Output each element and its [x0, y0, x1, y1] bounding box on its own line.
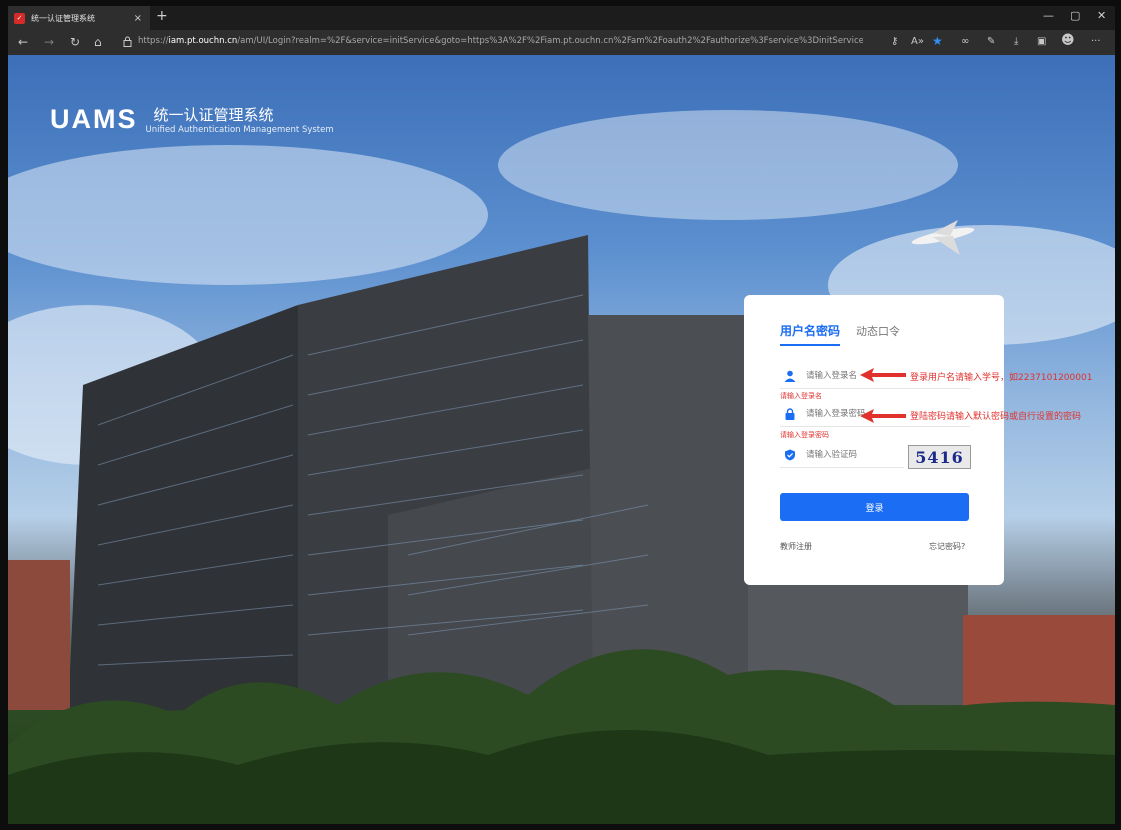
home-icon[interactable]: ⌂: [94, 35, 102, 49]
forgot-password-link[interactable]: 忘记密码?: [929, 541, 965, 552]
minimize-icon[interactable]: —: [1043, 9, 1054, 22]
read-aloud-icon[interactable]: A»: [911, 36, 924, 47]
password-annotation: 登陆密码请输入默认密码或自行设置的密码: [910, 412, 1082, 422]
collections-icon[interactable]: ▣: [1037, 36, 1046, 47]
extensions-icon[interactable]: ✎: [987, 36, 995, 47]
window-close-icon[interactable]: ✕: [1097, 9, 1106, 22]
shield-check-icon: [785, 449, 795, 461]
tab-strip: ✓ 统一认证管理系统 × + — ▢ ✕: [8, 6, 1115, 30]
new-tab-button[interactable]: +: [156, 8, 168, 24]
tab-username-password[interactable]: 用户名密码: [780, 322, 841, 346]
browser-window: ✓ 统一认证管理系统 × + — ▢ ✕ ← → ↻ ⌂ https://iam…: [8, 6, 1115, 824]
profile-avatar-icon[interactable]: ☻: [1061, 33, 1075, 48]
tab-dynamic-token[interactable]: 动态口令: [856, 323, 900, 346]
back-icon[interactable]: ←: [18, 35, 28, 49]
user-icon: [784, 370, 796, 382]
login-page: UAMS 统一认证管理系统 Unified Authentication Man…: [8, 55, 1115, 824]
username-error: 请输入登录名: [780, 392, 822, 400]
address-toolbar: ← → ↻ ⌂ https://iam.pt.ouchn.cn/am/UI/Lo…: [8, 30, 1115, 55]
url-path: /am/UI/Login?realm=%2F&service=initServi…: [237, 36, 863, 46]
url-prefix: https://: [138, 36, 169, 46]
password-lock-icon: [785, 408, 795, 420]
brand-logo: UAMS: [50, 104, 138, 134]
password-error: 请输入登录密码: [780, 431, 829, 439]
browser-tab[interactable]: ✓ 统一认证管理系统 ×: [8, 6, 150, 30]
captcha-field[interactable]: [780, 443, 904, 468]
address-field[interactable]: https://iam.pt.ouchn.cn/am/UI/Login?real…: [138, 36, 863, 46]
site-favicon-icon: ✓: [14, 12, 25, 24]
login-button[interactable]: 登录: [780, 493, 969, 521]
key-icon[interactable]: ⚷: [891, 36, 898, 47]
brand-title-cn: 统一认证管理系统: [153, 106, 274, 124]
more-icon[interactable]: ···: [1091, 36, 1101, 47]
tab-title: 统一认证管理系统: [31, 13, 95, 23]
login-tabs: 用户名密码 动态口令: [780, 322, 900, 346]
tab-close-icon[interactable]: ×: [134, 13, 142, 24]
brand-header: UAMS 统一认证管理系统 Unified Authentication Man…: [50, 104, 334, 135]
captcha-input[interactable]: [804, 449, 898, 461]
username-annotation: 登录用户名请输入学号，如2237101200001: [910, 373, 1093, 383]
infinity-icon[interactable]: ∞: [961, 36, 969, 47]
url-host: iam.pt.ouchn.cn: [168, 36, 238, 46]
restore-icon[interactable]: ▢: [1070, 9, 1080, 22]
username-arrow-icon: [860, 368, 906, 382]
password-arrow-icon: [860, 409, 906, 423]
forward-icon[interactable]: →: [44, 35, 54, 49]
refresh-icon[interactable]: ↻: [70, 35, 80, 49]
login-card: 用户名密码 动态口令 请输入登录名 请输入登录密码: [744, 295, 1004, 585]
lock-icon[interactable]: [123, 36, 132, 47]
captcha-image[interactable]: 5416: [908, 445, 971, 469]
brand-title-en: Unified Authentication Management System: [145, 125, 334, 135]
teacher-register-link[interactable]: 教师注册: [780, 541, 812, 552]
download-icon[interactable]: ⤓: [1014, 36, 1018, 47]
favorite-star-icon[interactable]: ★: [932, 34, 943, 48]
captcha-text: 5416: [915, 447, 964, 467]
